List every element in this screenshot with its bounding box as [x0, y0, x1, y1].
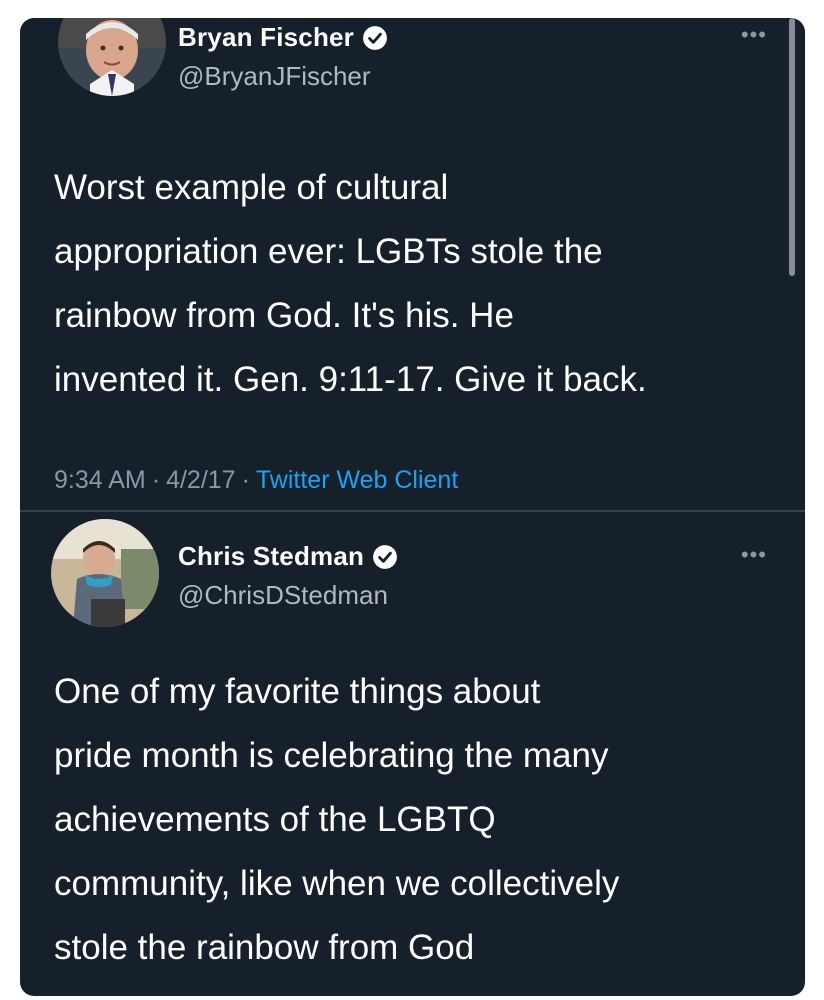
- avatar[interactable]: [58, 18, 166, 96]
- meta-separator: ·: [151, 466, 161, 494]
- verified-badge-icon: [372, 544, 398, 570]
- tweet-bryan-fischer[interactable]: Bryan Fischer @BryanJFischer ••• Worst e…: [20, 18, 805, 510]
- author-name[interactable]: Chris Stedman: [178, 541, 364, 572]
- tweet-client-link[interactable]: Twitter Web Client: [256, 466, 458, 495]
- verified-badge-icon: [362, 25, 388, 51]
- tweet-date[interactable]: 4/2/17: [166, 466, 236, 495]
- author-handle[interactable]: @ChrisDStedman: [178, 580, 388, 611]
- avatar[interactable]: [51, 519, 159, 627]
- avatar-photo: [51, 519, 159, 627]
- author-name[interactable]: Bryan Fischer: [178, 22, 354, 53]
- tweet-text: Worst example of cultural appropriation …: [54, 168, 647, 399]
- tweet-metadata: 9:34 AM · 4/2/17 · Twitter Web Client: [54, 466, 458, 495]
- author-handle[interactable]: @BryanJFischer: [178, 61, 371, 92]
- tweet-chris-stedman[interactable]: Chris Stedman @ChrisDStedman ••• One of …: [20, 512, 805, 996]
- author-name-row: Bryan Fischer: [178, 22, 388, 53]
- screenshot-frame: Bryan Fischer @BryanJFischer ••• Worst e…: [20, 18, 805, 996]
- more-options-icon[interactable]: •••: [741, 22, 767, 48]
- more-options-icon[interactable]: •••: [741, 542, 767, 568]
- meta-separator: ·: [241, 466, 250, 494]
- author-name-row: Chris Stedman: [178, 541, 398, 572]
- tweet-time[interactable]: 9:34 AM: [54, 466, 146, 495]
- avatar-photo: [58, 18, 166, 96]
- tweet-text: One of my favorite things about pride mo…: [54, 672, 620, 967]
